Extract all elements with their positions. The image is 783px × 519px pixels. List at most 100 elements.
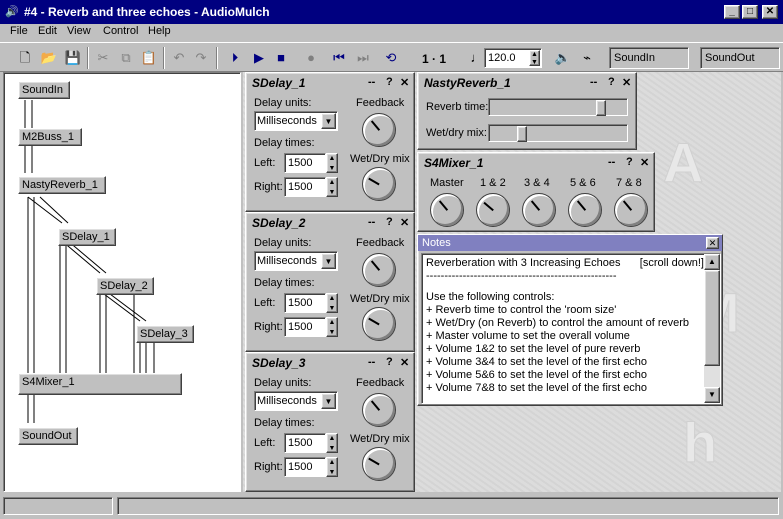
left-delay-input[interactable]: 1500 [284, 293, 326, 313]
wetdry-knob[interactable] [362, 307, 396, 341]
scroll-up-icon[interactable]: ▲ [704, 254, 720, 270]
right-delay-input[interactable]: 1500 [284, 317, 326, 337]
volume-12-knob[interactable] [476, 193, 510, 227]
minimize-button[interactable]: _ [724, 5, 740, 19]
tempo-spinner[interactable]: ▲ ▼ [529, 50, 540, 66]
sdelay-2-panel: SDelay_2 -- ? ✕ Delay units: Feedback Mi… [245, 212, 415, 352]
panel-help-button[interactable]: ? [386, 76, 393, 88]
menu-file[interactable]: File [10, 25, 28, 37]
rewind-icon[interactable]: ⏮ [328, 47, 350, 69]
close-button[interactable]: ✕ [762, 5, 778, 19]
right-delay-spinner[interactable]: ▲ ▼ [326, 457, 338, 477]
notes-line: + Volume 5&6 to set the level of the fir… [426, 369, 648, 381]
redo-icon[interactable]: ↷ [190, 47, 212, 69]
master-volume-knob[interactable] [430, 193, 464, 227]
left-label: Left: [254, 157, 276, 169]
panel-help-button[interactable]: ? [626, 156, 633, 168]
notes-scrollbar[interactable]: ▲ ▼ [704, 254, 720, 403]
right-delay-input[interactable]: 1500 [284, 457, 326, 477]
node-s4mixer[interactable]: S4Mixer_1 [18, 373, 182, 395]
node-soundout[interactable]: SoundOut [18, 427, 78, 445]
maximize-button[interactable]: □ [742, 5, 758, 19]
feedback-knob[interactable] [362, 113, 396, 147]
slider-thumb[interactable] [517, 126, 527, 142]
input-jack-icon[interactable]: ⌁ [576, 47, 598, 69]
panel-close-button[interactable]: ✕ [400, 216, 409, 229]
notes-title: Notes [422, 237, 451, 249]
panel-minimize-button[interactable]: -- [590, 76, 597, 88]
wetdry-knob[interactable] [362, 167, 396, 201]
open-folder-icon[interactable]: 📂 [38, 47, 60, 69]
left-delay-spinner[interactable]: ▲ ▼ [326, 153, 338, 173]
output-device-field[interactable]: SoundOut [700, 47, 780, 69]
panel-close-button[interactable]: ✕ [400, 356, 409, 369]
scroll-thumb[interactable] [704, 270, 720, 366]
speaker-icon: 🔊 [5, 6, 19, 18]
node-sdelay-3[interactable]: SDelay_3 [136, 325, 194, 343]
node-sdelay-2[interactable]: SDelay_2 [96, 277, 154, 295]
left-delay-input[interactable]: 1500 [284, 433, 326, 453]
panel-help-button[interactable]: ? [386, 356, 393, 368]
menu-view[interactable]: View [67, 25, 91, 37]
volume-speaker-icon[interactable]: 🔈 [552, 47, 574, 69]
panel-close-button[interactable]: ✕ [640, 156, 649, 169]
play-from-start-icon[interactable]: ⏵ [224, 47, 246, 69]
volume-78-knob[interactable] [614, 193, 648, 227]
copy-icon[interactable]: ⧉ [115, 47, 137, 69]
feedback-knob[interactable] [362, 253, 396, 287]
node-nastyreverb[interactable]: NastyReverb_1 [18, 176, 106, 194]
tempo-field[interactable]: 120.0 ▲ ▼ [484, 48, 542, 68]
paste-icon[interactable]: 📋 [138, 47, 160, 69]
loop-icon[interactable]: ⟲ [380, 47, 402, 69]
panel-minimize-button[interactable]: -- [368, 356, 375, 368]
knob-indicator [368, 457, 380, 466]
reverb-time-slider[interactable] [488, 98, 628, 116]
node-m2buss[interactable]: M2Buss_1 [18, 128, 82, 146]
notes-close-button[interactable]: ✕ [706, 237, 719, 249]
delay-units-select[interactable]: Milliseconds ▼ [254, 251, 338, 271]
left-delay-spinner[interactable]: ▲ ▼ [326, 433, 338, 453]
cut-icon[interactable]: ✂ [92, 47, 114, 69]
menu-help[interactable]: Help [148, 25, 171, 37]
save-icon[interactable]: 💾 [62, 47, 84, 69]
left-delay-spinner[interactable]: ▲ ▼ [326, 293, 338, 313]
new-file-icon[interactable]: 🗋 [14, 47, 36, 69]
delay-units-select[interactable]: Milliseconds ▼ [254, 391, 338, 411]
volume-34-knob[interactable] [522, 193, 556, 227]
svg-text:h: h [683, 411, 717, 474]
panel-close-button[interactable]: ✕ [622, 76, 631, 89]
menu-control[interactable]: Control [103, 25, 138, 37]
panel-help-button[interactable]: ? [386, 216, 393, 228]
left-delay-input[interactable]: 1500 [284, 153, 326, 173]
play-icon[interactable]: ▶ [248, 47, 270, 69]
right-delay-spinner[interactable]: ▲ ▼ [326, 317, 338, 337]
delay-units-select[interactable]: Milliseconds ▼ [254, 111, 338, 131]
reverb-mix-slider[interactable] [488, 124, 628, 142]
slider-thumb[interactable] [596, 100, 606, 116]
panel-minimize-button[interactable]: -- [368, 76, 375, 88]
menu-edit[interactable]: Edit [38, 25, 57, 37]
stop-icon[interactable]: ■ [270, 47, 292, 69]
knob-indicator [622, 200, 633, 211]
notes-text-area[interactable]: Reverberation with 3 Increasing Echoes [… [421, 253, 721, 404]
panel-minimize-button[interactable]: -- [608, 156, 615, 168]
notes-heading-row: Reverberation with 3 Increasing Echoes [… [426, 257, 704, 270]
notes-line: + Reverb time to control the 'room size' [426, 304, 617, 316]
node-soundin[interactable]: SoundIn [18, 81, 70, 99]
undo-icon[interactable]: ↶ [168, 47, 190, 69]
record-icon[interactable]: ● [300, 47, 322, 69]
right-delay-input[interactable]: 1500 [284, 177, 326, 197]
node-sdelay-1[interactable]: SDelay_1 [58, 228, 116, 246]
input-device-field[interactable]: SoundIn [609, 47, 689, 69]
panel-help-button[interactable]: ? [608, 76, 615, 88]
notes-window: Notes ✕ Reverberation with 3 Increasing … [417, 234, 723, 406]
forward-icon[interactable]: ⏭ [352, 47, 374, 69]
panel-minimize-button[interactable]: -- [368, 216, 375, 228]
patcher-canvas[interactable]: SoundIn M2Buss_1 NastyReverb_1 SDelay_1 … [3, 72, 241, 492]
right-delay-spinner[interactable]: ▲ ▼ [326, 177, 338, 197]
scroll-down-icon[interactable]: ▼ [704, 387, 720, 403]
volume-56-knob[interactable] [568, 193, 602, 227]
feedback-knob[interactable] [362, 393, 396, 427]
wetdry-knob[interactable] [362, 447, 396, 481]
panel-close-button[interactable]: ✕ [400, 76, 409, 89]
